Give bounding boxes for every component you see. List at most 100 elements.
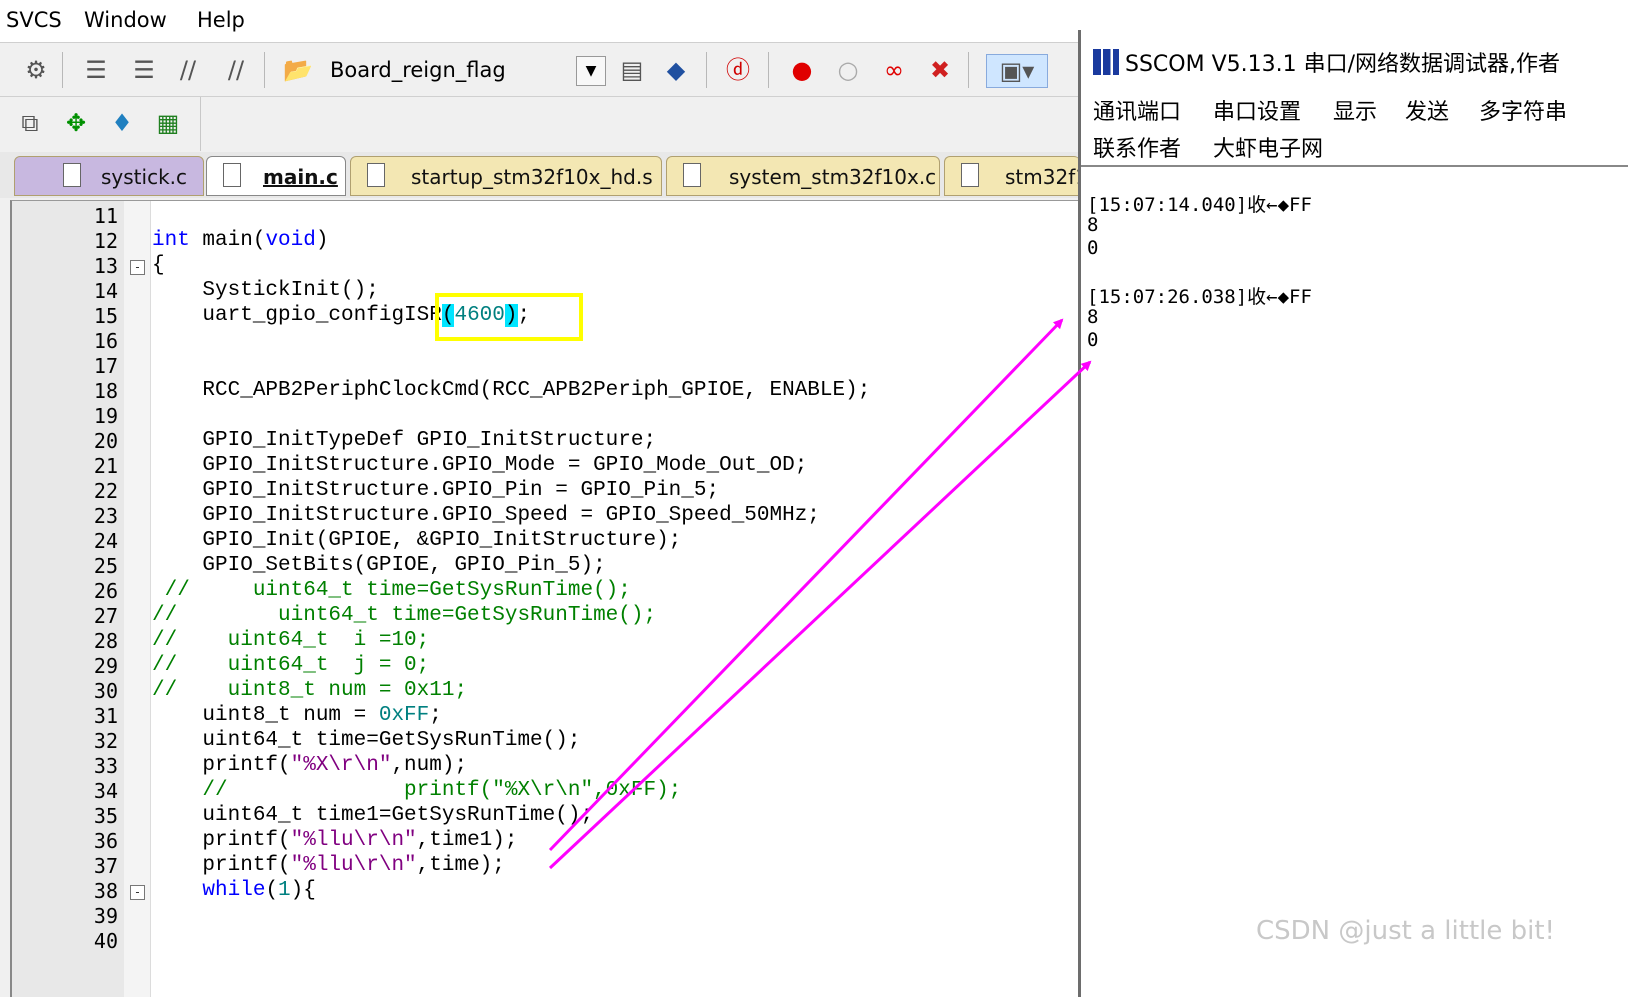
line-number: 16	[93, 329, 118, 353]
tab-label: stm32f1	[1005, 165, 1080, 189]
line-number: 34	[93, 779, 118, 803]
code-token: // printf("%X\r\n",0xFF);	[152, 779, 682, 802]
menu-display[interactable]: 显示	[1333, 94, 1377, 126]
code-token: uint64_t time1=GetSysRunTime();	[152, 804, 594, 827]
tab-main[interactable]: main.c	[206, 156, 346, 196]
tab-label: system_stm32f10x.c	[729, 165, 937, 189]
indent-icon[interactable]: ☰	[80, 54, 112, 86]
disable-all-breakpoints-icon[interactable]: ∞	[878, 54, 910, 86]
menu-comm-port[interactable]: 通讯端口	[1093, 94, 1181, 126]
menu-multi-string[interactable]: 多字符串	[1479, 94, 1567, 126]
gem-icon[interactable]: ♦	[106, 107, 138, 139]
tab-system[interactable]: system_stm32f10x.c	[666, 156, 940, 196]
code-token: (	[265, 879, 279, 902]
code-line: GPIO_InitStructure.GPIO_Pin = GPIO_Pin_5…	[152, 479, 719, 502]
line-number: 19	[93, 404, 118, 428]
line-number: 33	[93, 754, 118, 778]
log-line: 8	[1087, 306, 1099, 328]
toolbar-separator	[264, 52, 265, 88]
fold-toggle[interactable]: -	[130, 260, 145, 275]
sscom-title-text: SSCOM V5.13.1 串口/网络数据调试器,作者	[1125, 52, 1561, 77]
code-line: GPIO_InitTypeDef GPIO_InitStructure;	[152, 429, 656, 452]
tab-startup[interactable]: startup_stm32f10x_hd.s	[350, 156, 662, 196]
pack-installer-icon[interactable]: ▦	[152, 107, 184, 139]
line-number: 40	[93, 929, 118, 953]
code-token: // uint64_t i =10;	[152, 629, 430, 652]
line-number: 25	[93, 554, 118, 578]
batch-build-icon[interactable]: ⚙	[20, 54, 52, 86]
menu-daxia-website[interactable]: 大虾电子网	[1213, 131, 1323, 163]
code-token: "%llu\r\n"	[290, 829, 417, 852]
code-token: main(	[189, 229, 266, 252]
breakpoint-icon[interactable]: ●	[786, 54, 818, 86]
tab-systick[interactable]: systick.c	[14, 156, 204, 196]
target-select[interactable]: 📂 Board_reign_flag ▼	[282, 54, 606, 86]
code-token: // uint64_t j = 0;	[152, 654, 430, 677]
debug-icon[interactable]: ⓓ	[722, 54, 754, 86]
line-number: 13	[93, 254, 118, 278]
code-line: uint8_t num = 0xFF;	[152, 704, 441, 727]
disable-breakpoint-icon[interactable]: ○	[832, 54, 864, 86]
code-token: ,num);	[391, 754, 468, 777]
code-line: // uint8_t num = 0x11;	[152, 679, 467, 702]
target-select-value: Board_reign_flag	[330, 58, 506, 82]
menu-help[interactable]: Help	[197, 8, 245, 32]
code-token: int	[152, 229, 190, 252]
code-token: ,time1);	[416, 829, 518, 852]
code-line: GPIO_InitStructure.GPIO_Speed = GPIO_Spe…	[152, 504, 820, 527]
menu-svcs[interactable]: SVCS	[6, 8, 62, 32]
line-number: 38	[93, 879, 118, 903]
code-token: while	[202, 879, 266, 902]
menu-send[interactable]: 发送	[1405, 94, 1449, 126]
unindent-icon[interactable]: ☰	[128, 54, 160, 86]
tab-stm32f1[interactable]: stm32f1	[944, 156, 1080, 196]
code-line: // uint64_t time=GetSysRunTime();	[152, 604, 656, 627]
window-layout-icon[interactable]: ▣▾	[986, 54, 1048, 88]
ide-window: SVCS Window Help ⚙ ☰ ☰ // // 📂 Board_rei…	[0, 0, 1080, 997]
line-number: 20	[93, 429, 118, 453]
line-number: 26	[93, 579, 118, 603]
code-token: printf(	[152, 754, 291, 777]
file-icon	[63, 163, 81, 187]
kill-all-breakpoints-icon[interactable]: ✖	[924, 54, 956, 86]
log-line: [15:07:14.040]收←◆FF	[1087, 194, 1312, 216]
move-icon[interactable]: ✥	[60, 107, 92, 139]
uncomment-icon[interactable]: //	[220, 54, 252, 86]
build-toolbar: ⚙ ☰ ☰ // // 📂 Board_reign_flag ▼ ▤ ◆ ⓓ ●…	[0, 44, 1080, 97]
code-token: GPIO_SetBits(GPIOE, GPIO_Pin_5);	[152, 554, 606, 577]
code-line: printf("%llu\r\n",time1);	[152, 829, 517, 852]
toolbar-separator	[768, 52, 769, 88]
manage-components-icon[interactable]: ◆	[660, 54, 692, 86]
menu-serial-settings[interactable]: 串口设置	[1213, 94, 1301, 126]
line-number: 23	[93, 504, 118, 528]
code-line: SystickInit();	[152, 279, 378, 302]
line-number: 29	[93, 654, 118, 678]
code-token: uint8_t num =	[152, 704, 379, 727]
line-number: 22	[93, 479, 118, 503]
code-editor[interactable]: 11 12 13 14 15 16 17 18 19 20 21 22 23 24 25 26 27 28 29 30…	[10, 200, 1080, 997]
code-token: // uint64_t time=GetSysRunTime();	[152, 604, 657, 627]
file-icon	[961, 163, 979, 187]
code-token: ){	[290, 879, 316, 902]
line-number: 27	[93, 604, 118, 628]
line-number: 39	[93, 904, 118, 928]
chevron-down-icon[interactable]: ▼	[576, 56, 606, 86]
code-line: GPIO_SetBits(GPIOE, GPIO_Pin_5);	[152, 554, 606, 577]
tab-label: main.c	[263, 165, 338, 189]
code-line: uint64_t time=GetSysRunTime();	[152, 729, 580, 752]
line-number: 28	[93, 629, 118, 653]
file-icon	[223, 163, 241, 187]
log-line: 0	[1087, 237, 1099, 259]
toolbar-separator	[968, 52, 969, 88]
fold-toggle[interactable]: -	[130, 885, 145, 900]
menu-window[interactable]: Window	[84, 8, 167, 32]
comment-icon[interactable]: //	[172, 54, 204, 86]
stack-icon[interactable]: ⧉	[14, 107, 46, 139]
line-number: 12	[93, 229, 118, 253]
menu-contact-author[interactable]: 联系作者	[1093, 131, 1181, 163]
code-line: while(1){	[152, 879, 316, 902]
code-line: RCC_APB2PeriphClockCmd(RCC_APB2Periph_GP…	[152, 379, 870, 402]
options-icon[interactable]: ▤	[616, 54, 648, 86]
code-token: )	[315, 229, 329, 252]
